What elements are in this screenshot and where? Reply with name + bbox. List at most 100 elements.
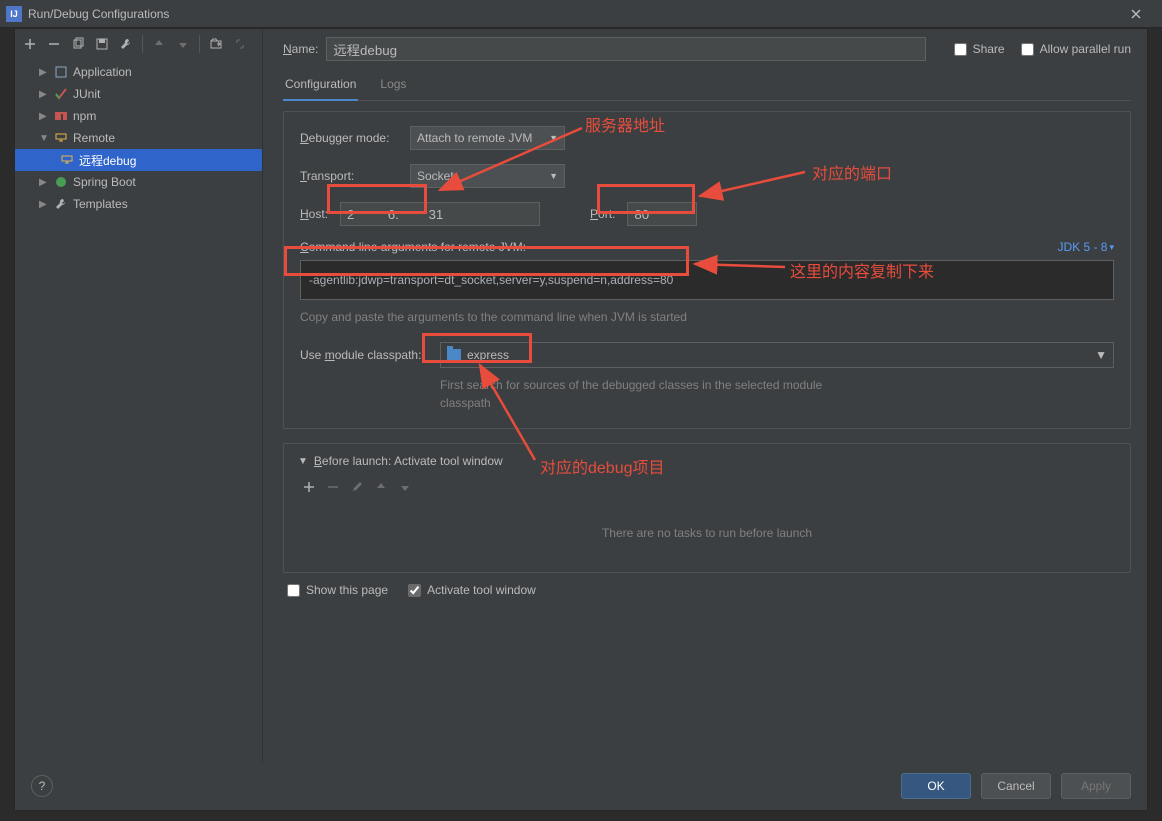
bottom-checkboxes: Show this page Activate tool window: [287, 583, 1131, 597]
templates-icon: [53, 196, 69, 212]
module-classpath-combo[interactable]: express ▼: [440, 342, 1114, 368]
share-checkbox[interactable]: Share: [954, 42, 1005, 56]
add-button[interactable]: [19, 33, 41, 55]
module-label: Use module classpath:: [300, 348, 440, 362]
tree-node-templates[interactable]: ▶ Templates: [15, 193, 262, 215]
bl-up-button[interactable]: [370, 476, 392, 498]
parallel-label: Allow parallel run: [1040, 42, 1131, 56]
bl-down-button[interactable]: [394, 476, 416, 498]
tree-node-junit[interactable]: ▶ JUnit: [15, 83, 262, 105]
window-title: Run/Debug Configurations: [28, 7, 1116, 21]
expand-arrow-icon: ▶: [39, 199, 49, 210]
button-bar: ? OK Cancel Apply: [15, 762, 1147, 810]
config-tree[interactable]: ▶ Application ▶ JUnit ▶ npm ▼ Re: [15, 59, 262, 762]
tree-node-npm[interactable]: ▶ npm: [15, 105, 262, 127]
cmd-value: -agentlib:jdwp=transport=dt_socket,serve…: [309, 273, 673, 287]
host-port-row: Host: Port:: [300, 202, 1114, 226]
module-row: Use module classpath: express ▼: [300, 342, 1114, 368]
tree-node-remote[interactable]: ▼ Remote: [15, 127, 262, 149]
name-label: Name:: [283, 42, 318, 56]
bl-edit-button[interactable]: [346, 476, 368, 498]
dialog-buttons: OK Cancel Apply: [901, 773, 1131, 799]
collapse-arrow-icon: ▼: [39, 133, 49, 144]
tabs: Configuration Logs: [283, 71, 1131, 101]
cmd-label: Command line arguments for remote JVM:: [300, 240, 526, 254]
tree-node-spring-boot[interactable]: ▶ Spring Boot: [15, 171, 262, 193]
spring-boot-icon: [53, 174, 69, 190]
app-icon: IJ: [6, 6, 22, 22]
tab-logs[interactable]: Logs: [378, 71, 408, 100]
parallel-checkbox[interactable]: Allow parallel run: [1021, 42, 1131, 56]
ok-button[interactable]: OK: [901, 773, 971, 799]
module-hint: First search for sources of the debugged…: [440, 376, 840, 412]
port-input[interactable]: [627, 202, 697, 226]
npm-icon: [53, 108, 69, 124]
port-label: Port:: [590, 207, 615, 221]
debugger-mode-row: Debugger mode: Attach to remote JVM ▼: [300, 126, 1114, 150]
host-input[interactable]: [340, 202, 540, 226]
content-split: ▶ Application ▶ JUnit ▶ npm ▼ Re: [15, 29, 1147, 762]
debugger-mode-combo[interactable]: Attach to remote JVM ▼: [410, 126, 565, 150]
node-label: npm: [73, 109, 96, 123]
before-launch-toolbar: [298, 476, 1116, 498]
collapse-button[interactable]: [229, 33, 251, 55]
tab-configuration[interactable]: Configuration: [283, 71, 358, 101]
node-label: JUnit: [73, 87, 100, 101]
folder-icon: [447, 349, 461, 361]
move-up-button[interactable]: [148, 33, 170, 55]
transport-label: Transport:: [300, 169, 410, 183]
title-bar: IJ Run/Debug Configurations: [0, 0, 1162, 28]
expand-arrow-icon: ▶: [39, 89, 49, 100]
save-button[interactable]: [91, 33, 113, 55]
remote-icon: [53, 130, 69, 146]
cancel-button[interactable]: Cancel: [981, 773, 1051, 799]
before-launch-empty: There are no tasks to run before launch: [298, 504, 1116, 562]
main-panel: Name: Share Allow parallel run Configura…: [263, 29, 1147, 762]
chevron-down-icon: ▼: [549, 133, 558, 143]
share-label: Share: [973, 42, 1005, 56]
copy-button[interactable]: [67, 33, 89, 55]
sidebar-toolbar: [15, 29, 262, 59]
expand-arrow-icon: ▶: [39, 67, 49, 78]
close-button[interactable]: [1116, 0, 1156, 28]
chevron-down-icon: ▼: [1095, 348, 1107, 362]
separator: [199, 35, 200, 53]
bl-add-button[interactable]: [298, 476, 320, 498]
debugger-mode-label: Debugger mode:: [300, 131, 410, 145]
cmd-arguments-box[interactable]: -agentlib:jdwp=transport=dt_socket,serve…: [300, 260, 1114, 300]
transport-row: Transport: Socket ▼: [300, 164, 1114, 188]
move-down-button[interactable]: [172, 33, 194, 55]
chevron-down-icon: ▼: [549, 171, 558, 181]
module-value: express: [467, 348, 509, 362]
chevron-down-icon: ▾: [1109, 242, 1114, 253]
move-to-folder-button[interactable]: [205, 33, 227, 55]
combo-value: Socket: [417, 169, 454, 183]
node-label: Templates: [73, 197, 128, 211]
tree-node-remote-child[interactable]: 远程debug: [15, 149, 262, 171]
help-button[interactable]: ?: [31, 775, 53, 797]
apply-button[interactable]: Apply: [1061, 773, 1131, 799]
node-label: 远程debug: [79, 152, 136, 169]
application-icon: [53, 64, 69, 80]
remove-button[interactable]: [43, 33, 65, 55]
configuration-panel: Debugger mode: Attach to remote JVM ▼ Tr…: [283, 111, 1131, 429]
wrench-button[interactable]: [115, 33, 137, 55]
before-launch-title: Before launch: Activate tool window: [314, 454, 503, 468]
cmd-label-row: Command line arguments for remote JVM: J…: [300, 240, 1114, 254]
before-launch-header[interactable]: ▼ Before launch: Activate tool window: [298, 454, 1116, 468]
activate-tool-checkbox[interactable]: Activate tool window: [408, 583, 536, 597]
sidebar: ▶ Application ▶ JUnit ▶ npm ▼ Re: [15, 29, 263, 762]
node-label: Spring Boot: [73, 175, 136, 189]
expand-arrow-icon: ▶: [39, 177, 49, 188]
name-input[interactable]: [326, 37, 925, 61]
jdk-version-link[interactable]: JDK 5 - 8▾: [1057, 240, 1114, 254]
show-page-checkbox[interactable]: Show this page: [287, 583, 388, 597]
junit-icon: [53, 86, 69, 102]
transport-combo[interactable]: Socket ▼: [410, 164, 565, 188]
name-row: Name: Share Allow parallel run: [283, 37, 1131, 61]
dialog-body: ▶ Application ▶ JUnit ▶ npm ▼ Re: [14, 28, 1148, 811]
node-label: Remote: [73, 131, 115, 145]
host-label: Host:: [300, 207, 328, 221]
tree-node-application[interactable]: ▶ Application: [15, 61, 262, 83]
bl-remove-button[interactable]: [322, 476, 344, 498]
